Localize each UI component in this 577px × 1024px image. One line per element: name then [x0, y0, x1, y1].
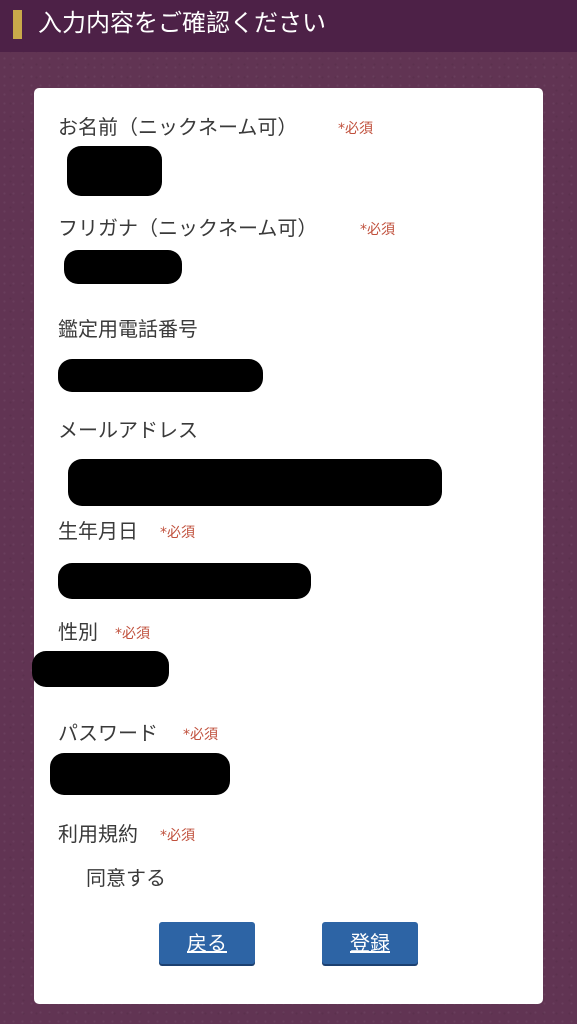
furigana-required-badge: *必須 [360, 222, 395, 238]
name-label: お名前（ニックネーム可） [58, 115, 298, 139]
password-value-redacted [50, 753, 230, 795]
birthdate-value-redacted [58, 563, 311, 599]
register-button[interactable]: 登録 [322, 922, 418, 964]
name-required-badge: *必須 [338, 121, 373, 137]
confirmation-card: お名前（ニックネーム可） *必須 フリガナ（ニックネーム可） *必須 鑑定用電話… [34, 88, 543, 1004]
terms-agree-value: 同意する [86, 866, 166, 890]
birthdate-label: 生年月日 [58, 519, 138, 543]
header-accent-bar [13, 10, 22, 39]
password-required-badge: *必須 [183, 727, 218, 743]
header-bar: 入力内容をご確認ください [0, 0, 577, 52]
page-title: 入力内容をご確認ください [38, 9, 326, 37]
name-value-redacted [67, 146, 162, 196]
email-value-redacted [68, 459, 442, 506]
gender-value-redacted [32, 651, 169, 687]
furigana-label: フリガナ（ニックネーム可） [58, 216, 318, 240]
password-label: パスワード [58, 721, 158, 745]
phone-value-redacted [58, 359, 263, 392]
terms-label: 利用規約 [58, 822, 138, 846]
terms-required-badge: *必須 [160, 828, 195, 844]
gender-required-badge: *必須 [115, 626, 150, 642]
email-label: メールアドレス [58, 418, 198, 442]
back-button[interactable]: 戻る [159, 922, 255, 964]
phone-label: 鑑定用電話番号 [58, 317, 198, 341]
furigana-value-redacted [64, 250, 182, 284]
gender-label: 性別 [58, 620, 98, 644]
birthdate-required-badge: *必須 [160, 525, 195, 541]
